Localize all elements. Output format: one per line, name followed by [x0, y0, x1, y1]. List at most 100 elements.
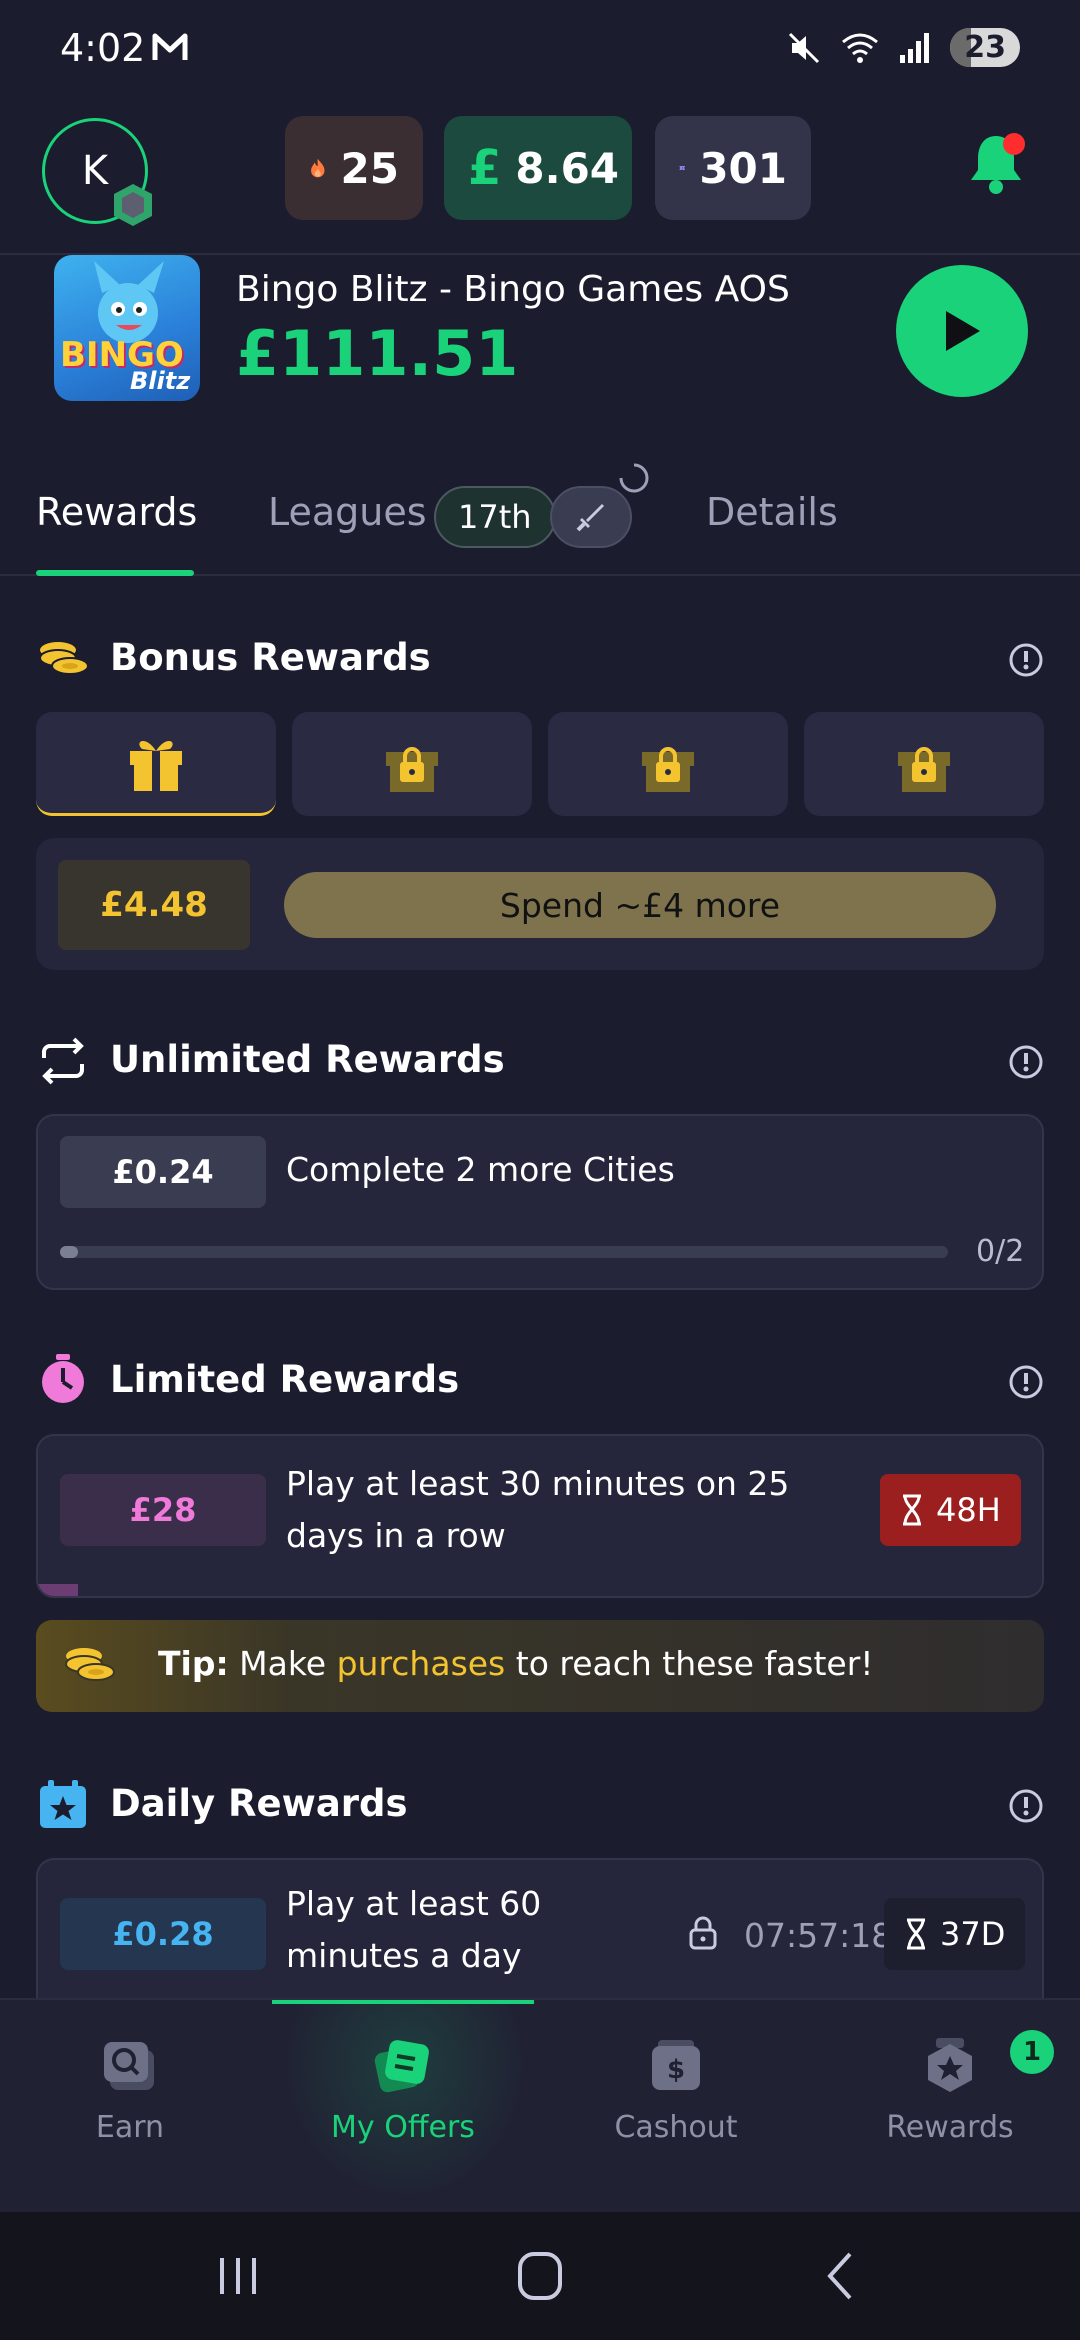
calendar-star-icon [40, 1780, 86, 1828]
game-row: BINGO Blitz Bingo Blitz - Bingo Games AO… [0, 255, 1080, 425]
hourglass-icon [903, 1494, 921, 1526]
daily-task-card[interactable]: £0.28 Play at least 60 minutes a day 07:… [36, 1858, 1044, 1998]
home-icon[interactable] [510, 2250, 570, 2302]
sword-icon [576, 504, 604, 532]
avatar-letter: K [81, 148, 109, 194]
loading-spinner-icon [619, 463, 649, 493]
nav-cashout-label: Cashout [614, 2110, 738, 2145]
tip-post: to reach these faster! [515, 1644, 874, 1683]
bonus-progress-card: £4.48 Spend ~£4 more [36, 838, 1044, 970]
league-rank-badge[interactable]: 17th [434, 486, 556, 548]
bottom-navigation: Earn My Offers $ Cashout Rewards [0, 1998, 1080, 2214]
nav-earn-label: Earn [95, 2110, 165, 2145]
daily-info-icon[interactable] [1008, 1788, 1044, 1824]
cash-balance: 8.64 [515, 143, 620, 193]
locked-gift-icon [386, 747, 438, 792]
locked-gift-icon [642, 747, 694, 792]
nav-my-offers[interactable]: My Offers [293, 2036, 513, 2145]
unlimited-info-icon[interactable] [1008, 1044, 1044, 1080]
limited-timer-text: 48H [936, 1491, 1001, 1529]
daily-reward-amount: £0.28 [60, 1898, 266, 1970]
stopwatch-icon [42, 1354, 84, 1403]
daily-remaining-text: 37D [940, 1915, 1006, 1953]
hourglass-icon [907, 1918, 925, 1950]
game-icon: BINGO Blitz [54, 255, 200, 401]
tip-text: Tip: Make purchases to reach these faste… [158, 1644, 874, 1683]
cash-balance-pill[interactable]: £ 8.64 [444, 116, 632, 220]
tip-purchases-link[interactable]: purchases [337, 1644, 506, 1683]
status-bar: 4:02 23 [0, 0, 1080, 100]
game-title: Bingo Blitz - Bingo Games AOS [236, 269, 790, 310]
repeat-icon [42, 1037, 84, 1085]
gmail-icon [152, 33, 188, 60]
tab-details[interactable]: Details [706, 490, 838, 534]
limited-task-card[interactable]: £28 Play at least 30 minutes on 25 days … [36, 1434, 1044, 1598]
top-header: K 25 £ 8.64 301 [0, 100, 1080, 255]
coins-icon [39, 642, 89, 675]
pound-icon: £ [468, 140, 502, 196]
unlimited-progress-bar [60, 1246, 948, 1258]
svg-text:$: $ [667, 2055, 685, 2085]
status-time: 4:02 [60, 26, 146, 70]
limited-timer-badge: 48H [880, 1474, 1021, 1546]
nav-earn[interactable]: Earn [20, 2036, 240, 2145]
limited-info-icon[interactable] [1008, 1364, 1044, 1400]
tab-leagues[interactable]: Leagues [268, 490, 427, 534]
ticket-icon [679, 165, 685, 171]
tab-rewards[interactable]: Rewards [36, 490, 197, 534]
bonus-info-icon[interactable] [1008, 642, 1044, 678]
rewards-icon [928, 2038, 972, 2092]
nav-my-offers-label: My Offers [331, 2110, 475, 2145]
notification-bell-icon[interactable] [966, 130, 1030, 196]
streak-count: 25 [340, 143, 399, 193]
system-navigation-bar [0, 2212, 1080, 2340]
ticket-count: 301 [699, 143, 787, 193]
limited-progress-fill [38, 1584, 79, 1596]
earn-search-icon [104, 2042, 154, 2090]
active-tab-indicator [36, 570, 194, 576]
tip-coins-icon [65, 1648, 115, 1681]
back-icon[interactable] [812, 2250, 872, 2302]
tickets-pill[interactable]: 301 [655, 116, 811, 220]
bonus-rewards-title: Bonus Rewards [110, 636, 431, 679]
limited-rewards-title: Limited Rewards [110, 1358, 460, 1401]
limited-task-text: Play at least 30 minutes on 25 days in a… [286, 1458, 789, 1562]
unlimited-reward-amount: £0.24 [60, 1136, 266, 1208]
daily-task-text: Play at least 60 minutes a day [286, 1878, 541, 1982]
spend-more-button[interactable]: Spend ~£4 more [284, 872, 996, 938]
wifi-icon [842, 33, 879, 63]
unlimited-task-card[interactable]: £0.24 Complete 2 more Cities 0/2 [36, 1114, 1044, 1290]
daily-task-line-2: minutes a day [286, 1936, 522, 1975]
league-sword-badge[interactable] [550, 486, 632, 548]
gift-icon [130, 740, 182, 791]
limited-task-line-2: days in a row [286, 1516, 506, 1555]
tip-banner: Tip: Make purchases to reach these faste… [36, 1620, 1044, 1712]
tab-bar: Rewards Leagues 17th Details [0, 440, 1080, 576]
daily-task-line-1: Play at least 60 [286, 1884, 542, 1923]
bonus-tier-4-locked[interactable] [804, 712, 1044, 816]
signal-icon [900, 32, 930, 63]
nav-rewards-label: Rewards [886, 2110, 1014, 2145]
active-nav-indicator [272, 2000, 534, 2004]
play-icon [946, 311, 980, 351]
nav-cashout[interactable]: $ Cashout [566, 2036, 786, 2145]
unlimited-task-text: Complete 2 more Cities [286, 1150, 675, 1189]
bonus-amount: £4.48 [58, 860, 250, 950]
level-hex-icon [114, 184, 152, 226]
unlimited-progress-count: 0/2 [976, 1234, 1025, 1269]
recent-apps-icon[interactable] [208, 2250, 268, 2302]
flame-icon [311, 158, 325, 178]
lock-icon [689, 1916, 717, 1950]
play-button[interactable] [896, 265, 1028, 397]
unlimited-rewards-title: Unlimited Rewards [110, 1038, 505, 1081]
daily-rewards-title: Daily Rewards [110, 1782, 408, 1825]
rewards-notification-badge: 1 [1010, 2030, 1054, 2074]
bonus-tier-3-locked[interactable] [548, 712, 788, 816]
daily-remaining-badge: 37D [884, 1898, 1026, 1970]
streak-pill[interactable]: 25 [285, 116, 423, 220]
bonus-tier-2-locked[interactable] [292, 712, 532, 816]
tip-label: Tip: [158, 1644, 229, 1683]
my-offers-icon [374, 2040, 429, 2093]
game-total-earnings: £111.51 [236, 317, 519, 390]
bonus-tier-1[interactable] [36, 712, 276, 816]
